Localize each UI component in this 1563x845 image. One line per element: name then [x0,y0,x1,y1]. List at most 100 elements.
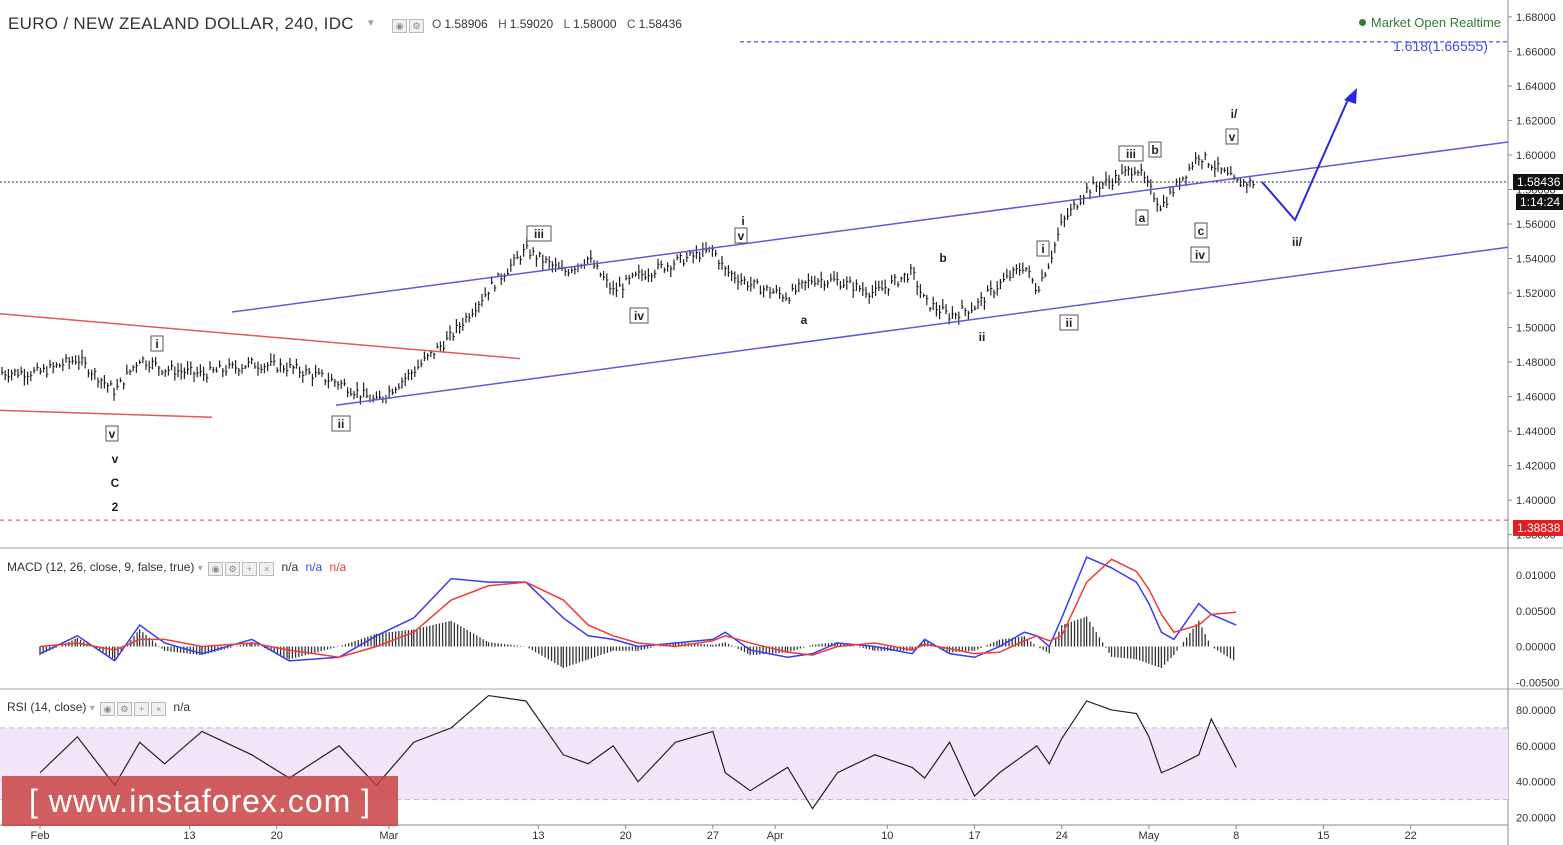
y-tick-label: 1.64000 [1516,81,1556,93]
ohlc-readout: O 1.58906 H 1.59020 L 1.58000 C 1.58436 [432,17,682,31]
rsi-tick-label: 80.0000 [1516,705,1556,717]
y-tick-label: 1.44000 [1516,426,1556,438]
close-icon[interactable]: × [151,702,167,716]
eye-icon[interactable]: ◉ [208,562,224,576]
wave-label: ii [979,330,986,344]
x-tick-label: Apr [767,830,784,842]
rsi-dropdown-icon[interactable]: ▾ [90,703,95,714]
wave-label: i [155,337,158,351]
macd-tick-label: 0.01000 [1516,570,1556,582]
y-tick-label: 1.66000 [1516,46,1556,58]
histogram-value: n/a [329,560,347,574]
wave-label: a [801,313,808,327]
x-tick-label: 15 [1317,830,1329,842]
y-tick-label: 1.56000 [1516,219,1556,231]
eye-icon[interactable]: ◉ [100,702,116,716]
header-buttons: ◉ ⚙ [390,15,424,33]
x-tick-label: 13 [183,830,195,842]
x-tick-label: 10 [881,830,893,842]
wave-label: b [939,251,946,265]
rsi-tick-label: 20.0000 [1516,813,1556,825]
macd-dropdown-icon[interactable]: ▾ [198,563,203,574]
y-tick-label: 1.46000 [1516,392,1556,404]
y-tick-label: 1.52000 [1516,288,1556,300]
macd-label[interactable]: MACD (12, 26, close, 9, false, true) ▾ ◉… [7,560,346,576]
x-tick-label: 13 [532,830,544,842]
wave-label: C [111,476,120,490]
y-tick-label: 1.62000 [1516,115,1556,127]
y-tick-label: 1.48000 [1516,357,1556,369]
wave-label: i [741,214,744,228]
x-tick-label: 17 [968,830,980,842]
x-tick-label: 27 [707,830,719,842]
plus-icon[interactable]: + [242,562,258,576]
macd-tick-label: 0.00500 [1516,606,1556,618]
channel-lower-line [335,246,1509,406]
wave-label: ii [1066,316,1073,330]
macd-tick-label: -0.00500 [1516,677,1559,689]
status-dot-icon [1358,19,1366,26]
rsi-tick-label: 40.0000 [1516,777,1556,789]
plus-icon[interactable]: + [134,702,150,716]
y-tick-label: 1.68000 [1516,12,1556,24]
wave-label: v [738,229,745,243]
x-tick-label: May [1139,830,1160,842]
macd-value: n/a [281,560,299,574]
price-bars [1,151,1255,405]
channel-upper-line [231,141,1509,313]
wave-label: iii [534,227,544,241]
wave-label: i [1041,242,1044,256]
wave-label: ii/ [1292,235,1303,249]
eye-icon[interactable]: ◉ [392,19,407,33]
wave-label: v [109,427,116,441]
settings-icon[interactable]: ⚙ [225,562,241,576]
rsi-label[interactable]: RSI (14, close) ▾ ◉ ⚙ + × n/a [7,700,190,716]
symbol-dropdown-icon[interactable]: ▾ [368,16,374,29]
high-value: 1.59020 [509,17,554,31]
x-tick-label: 24 [1056,830,1068,842]
wave-label: a [1139,211,1146,225]
x-tick-label: 20 [619,830,631,842]
x-tick-label: Feb [31,830,50,842]
rsi-value: n/a [173,700,191,714]
wave-label: v [1229,130,1236,144]
wave-label: iv [1195,248,1205,262]
close-value: 1.58436 [638,17,682,31]
wave-label: iii [1126,147,1136,161]
red-trend-upper [0,312,521,360]
fib-target-label: 1.618(1.66555) [1393,38,1488,54]
countdown-tag: 1:14:24 [1516,194,1563,210]
close-icon[interactable]: × [259,562,275,576]
open-value: 1.58906 [444,17,488,31]
signal-value: n/a [305,560,323,574]
y-tick-label: 1.60000 [1516,150,1556,162]
feed-status: Realtime [1449,15,1501,30]
macd-tick-label: 0.00000 [1516,642,1556,654]
wave-label: 2 [112,500,119,514]
rsi-tick-label: 60.0000 [1516,741,1556,753]
market-status: Market Open Realtime [1358,15,1501,30]
settings-icon[interactable]: ⚙ [117,702,133,716]
wave-label: c [1198,224,1205,238]
watermark: [ www.instaforex.com ] [2,776,398,826]
chart-canvas: 1.68000 1.66000 1.64000 1.62000 1.60000 1.580… [0,0,1563,845]
y-tick-label: 1.54000 [1516,254,1556,266]
low-value: 1.58000 [573,17,617,31]
x-tick-label: Mar [379,830,398,842]
wave-label: ii [338,417,345,431]
x-tick-label: 22 [1404,830,1416,842]
wave-label: v [112,452,119,466]
x-tick-label: 8 [1233,830,1239,842]
y-tick-label: 1.40000 [1516,495,1556,507]
projection-path [1261,94,1351,222]
chart-title[interactable]: EURO / NEW ZEALAND DOLLAR, 240, IDC [8,14,354,34]
wave-label: b [1151,143,1158,157]
wave-label: iv [634,309,644,323]
projection-arrow-icon [1344,88,1357,104]
y-tick-label: 1.50000 [1516,323,1556,335]
current-price-tag: 1.58436 [1513,174,1563,190]
y-tick-label: 1.42000 [1516,461,1556,473]
settings-icon[interactable]: ⚙ [409,19,424,33]
red-trend-lower [0,409,213,419]
support-price-tag: 1.38838 [1513,520,1563,536]
